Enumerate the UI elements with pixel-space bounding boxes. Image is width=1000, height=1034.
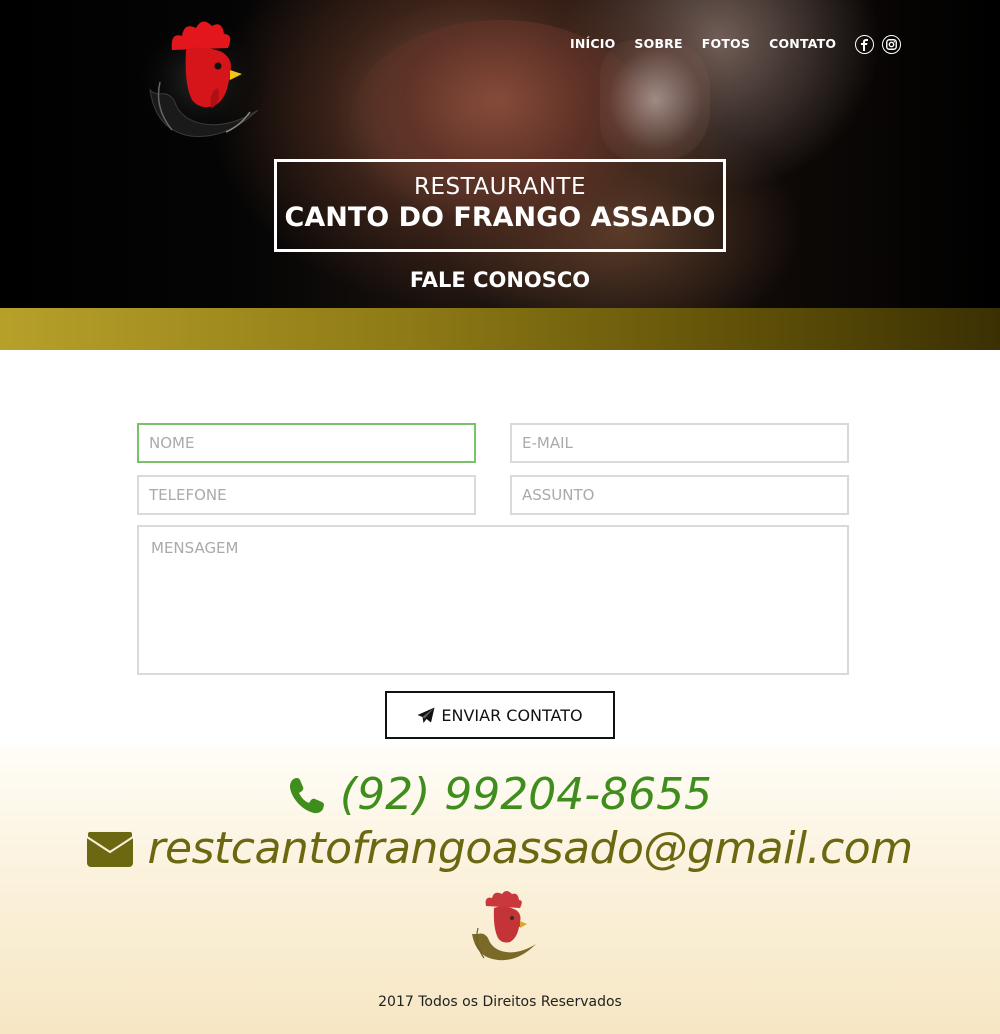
hero-hand-cloth xyxy=(600,40,710,160)
send-contact-label: ENVIAR CONTATO xyxy=(441,705,583,725)
nav-item-contato[interactable]: CONTATO xyxy=(769,36,836,51)
restaurant-title-box: RESTAURANTE CANTO DO FRANGO ASSADO xyxy=(274,159,726,252)
copyright-text: 2017 Todos os Direitos Reservados xyxy=(378,994,622,1010)
footer-rooster-logo xyxy=(472,891,536,961)
hero-banner: INÍCIO SOBRE FOTOS CONTATO RESTAURANTE C… xyxy=(0,0,1000,308)
gold-divider xyxy=(0,308,1000,350)
subject-input[interactable] xyxy=(510,475,849,515)
nav-item-fotos[interactable]: FOTOS xyxy=(702,36,750,51)
phone-number[interactable]: (92) 99204-8655 xyxy=(340,769,712,820)
envelope-icon xyxy=(87,830,134,867)
paper-plane-icon xyxy=(417,707,435,723)
send-contact-button[interactable]: ENVIAR CONTATO xyxy=(385,691,615,739)
email-input[interactable] xyxy=(510,423,849,463)
nav-item-inicio[interactable]: INÍCIO xyxy=(570,36,615,51)
name-input[interactable] xyxy=(137,423,476,463)
rooster-logo[interactable] xyxy=(130,10,270,150)
phone-line: (92) 99204-8655 xyxy=(0,769,1000,820)
message-textarea[interactable] xyxy=(137,525,849,675)
phone-icon xyxy=(289,777,324,813)
phone-input[interactable] xyxy=(137,475,476,515)
email-address[interactable]: restcantofrangoassado@gmail.com xyxy=(147,823,913,874)
email-line: restcantofrangoassado@gmail.com xyxy=(0,823,1000,874)
facebook-icon[interactable] xyxy=(855,35,875,54)
footer: (92) 99204-8655 restcantofrangoassado@gm… xyxy=(0,745,1000,1034)
title-line-name: CANTO DO FRANGO ASSADO xyxy=(284,202,716,233)
main-nav: INÍCIO SOBRE FOTOS CONTATO xyxy=(570,33,909,54)
nav-item-sobre[interactable]: SOBRE xyxy=(634,36,682,51)
section-title: FALE CONOSCO xyxy=(409,268,591,292)
instagram-icon[interactable] xyxy=(882,35,902,54)
title-line-restaurante: RESTAURANTE xyxy=(413,174,586,200)
